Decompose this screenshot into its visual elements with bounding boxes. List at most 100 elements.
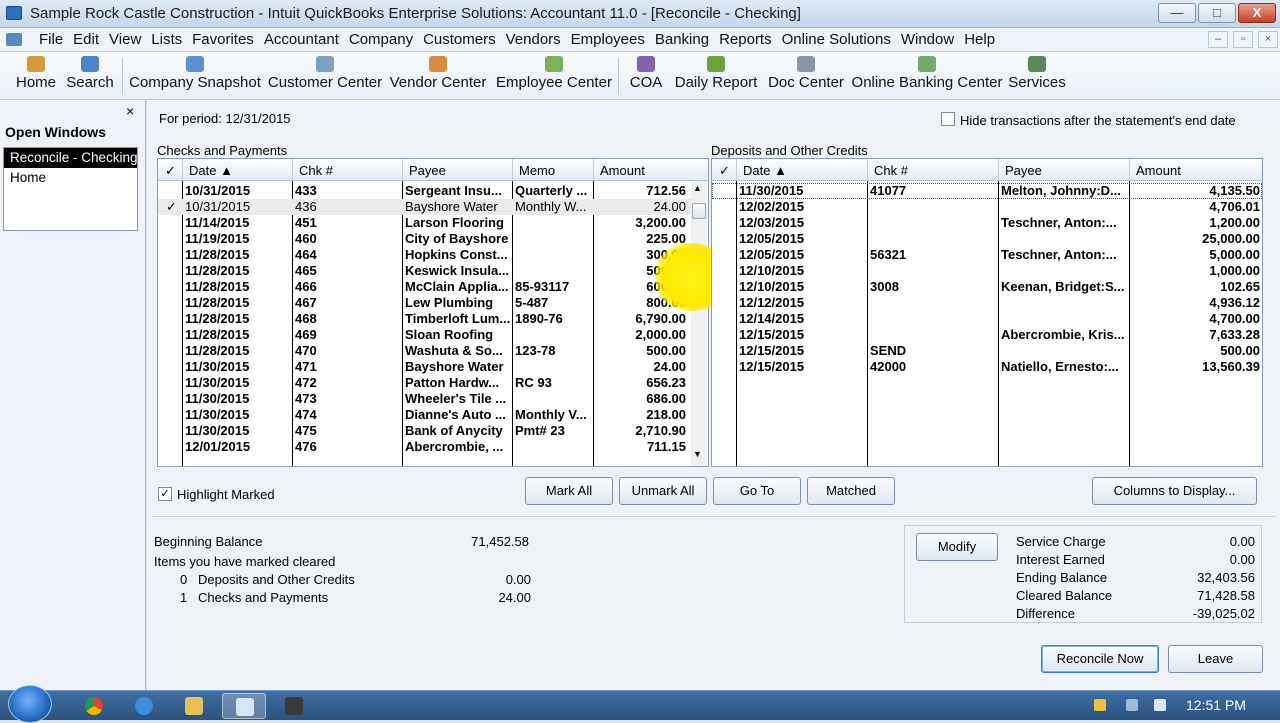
table-row[interactable]: 11/28/2015 468 Timberloft Lum... 1890-76 6,7… [158,311,691,327]
hide-transactions-checkbox[interactable] [941,112,955,126]
toolbar-home-button[interactable]: Home [6,52,66,100]
menu-accountant[interactable]: Accountant [259,31,344,48]
matched-button[interactable]: Matched [807,477,895,505]
table-row[interactable]: 11/28/2015 470 Washuta & So... 123-78 500.00 [158,343,691,359]
toolbar-services-button[interactable]: Services [1008,52,1066,100]
volume-icon[interactable] [1154,699,1166,711]
table-row[interactable]: 11/28/2015465Keswick Insula...500.00 [158,263,691,279]
mdi-close-button[interactable]: × [1258,31,1278,48]
table-row[interactable]: 10/31/2015 433 Sergeant Insu... Quarterly .… [158,183,691,199]
table-row[interactable]: 11/30/2015 472 Patton Hardw... RC 93 656.23 [158,375,691,391]
dep-date-column-header[interactable]: Date ▲ [743,163,787,178]
table-row[interactable]: 11/28/2015466McClain Applia...85-9311760… [158,279,691,295]
menu-banking[interactable]: Banking [650,31,714,48]
table-row[interactable]: 12/02/2015 4,706.01 [712,199,1262,215]
menu-customers[interactable]: Customers [418,31,501,48]
modify-button[interactable]: Modify [916,533,998,561]
table-row[interactable]: 11/30/2015 473 Wheeler's Tile ... 686.00 [158,391,691,407]
explorer-icon[interactable] [172,693,216,719]
menu-vendors[interactable]: Vendors [501,31,566,48]
mdi-minimize-button[interactable]: – [1208,31,1228,48]
quickbooks-icon[interactable] [222,693,266,719]
payee-column-header[interactable]: Payee [409,163,446,178]
toolbar-coa-button[interactable]: COA [628,52,664,100]
chk-column-header[interactable]: Chk # [299,163,333,178]
check-column-header[interactable]: ✓ [165,163,176,179]
table-row[interactable]: ✓ 10/31/2015 436 Bayshore Water Monthly W...… [158,199,691,215]
ie-icon[interactable] [122,693,166,719]
columns-to-display-button[interactable]: Columns to Display... [1092,477,1257,505]
dep-payee-column-header[interactable]: Payee [1005,163,1042,178]
dep-chk-column-header[interactable]: Chk # [874,163,908,178]
menu-employees[interactable]: Employees [566,31,650,48]
menu-favorites[interactable]: Favorites [187,31,259,48]
memo-column-header[interactable]: Memo [519,163,555,178]
toolbar-search-button[interactable]: Search [64,52,116,100]
table-row[interactable]: 12/05/2015 56321 Teschner, Anton:... 5,000.… [712,247,1262,263]
table-row[interactable]: 12/12/2015 4,936.12 [712,295,1262,311]
dep-check-column-header[interactable]: ✓ [719,163,730,179]
table-row[interactable]: 12/15/2015 SEND 500.00 [712,343,1262,359]
scroll-down-icon[interactable]: ▼ [693,449,702,459]
menu-edit[interactable]: Edit [68,31,104,48]
table-row[interactable]: 12/05/2015 25,000.00 [712,231,1262,247]
leave-button[interactable]: Leave [1168,645,1263,673]
table-row[interactable]: 12/10/2015 1,000.00 [712,263,1262,279]
scroll-up-icon[interactable]: ▲ [693,183,702,193]
clock[interactable]: 12:51 PM [1186,697,1246,713]
table-row[interactable]: 12/15/2015 42000 Natiello, Ernesto:... 13,5… [712,359,1262,375]
table-row[interactable]: 11/28/2015 469 Sloan Roofing 2,000.00 [158,327,691,343]
menu-reports[interactable]: Reports [714,31,777,48]
menu-lists[interactable]: Lists [146,31,187,48]
toolbar-online-banking-center-button[interactable]: Online Banking Center [850,52,1004,100]
table-row[interactable]: 11/30/2015 475 Bank of Anycity Pmt# 23 2,710… [158,423,691,439]
amount-column-header[interactable]: Amount [600,163,645,178]
menu-view[interactable]: View [104,31,146,48]
table-row[interactable]: 11/28/2015464Hopkins Const...300.00 [158,247,691,263]
menu-online-solutions[interactable]: Online Solutions [777,31,896,48]
tray-user-icon[interactable] [1094,699,1106,711]
toolbar-doc-center-button[interactable]: Doc Center [766,52,846,100]
table-row[interactable]: 12/03/2015 Teschner, Anton:... 1,200.00 [712,215,1262,231]
table-row[interactable]: 11/30/2015 471 Bayshore Water 24.00 [158,359,691,375]
toolbar-customer-center-button[interactable]: Customer Center [266,52,384,100]
toolbar-company-snapshot-button[interactable]: Company Snapshot [128,52,262,100]
table-row[interactable]: 12/10/2015 3008 Keenan, Bridget:S... 102.65 [712,279,1262,295]
table-row[interactable]: 11/30/2015 41077 Melton, Johnny:D... 4,135.… [712,183,1262,199]
minimize-button[interactable]: — [1158,3,1196,23]
date-column-header[interactable]: Date ▲ [189,163,233,178]
mark-all-button[interactable]: Mark All [525,477,613,505]
bookkeeper-icon[interactable] [272,693,316,719]
go-to-button[interactable]: Go To [713,477,801,505]
table-row[interactable]: 12/01/2015 476 Abercrombie, ... 711.15 [158,439,691,455]
mdi-restore-button[interactable]: ▫ [1233,31,1253,48]
toolbar-daily-report-button[interactable]: Daily Report [670,52,762,100]
menu-window[interactable]: Window [896,31,959,48]
highlight-marked-checkbox[interactable]: ✓ [158,487,172,501]
table-row[interactable]: 12/14/2015 4,700.00 [712,311,1262,327]
start-button[interactable] [8,685,52,723]
toolbar-vendor-center-button[interactable]: Vendor Center [388,52,488,100]
menu-file[interactable]: File [34,31,68,48]
table-row[interactable]: 11/28/2015467Lew Plumbing5-487800.00 [158,295,691,311]
checks-scrollbar[interactable]: ▲ ▼ [691,181,707,466]
table-row[interactable]: 11/19/2015 460 City of Bayshore 225.00 [158,231,691,247]
table-row[interactable]: 11/30/2015 474 Dianne's Auto ... Monthly V.… [158,407,691,423]
unmark-all-button[interactable]: Unmark All [619,477,707,505]
open-window-reconcile[interactable]: Reconcile - Checking [4,148,137,168]
document-icon[interactable] [6,33,22,46]
menu-help[interactable]: Help [959,31,1000,48]
dep-amount-column-header[interactable]: Amount [1136,163,1181,178]
chrome-icon[interactable] [72,693,116,719]
maximize-button[interactable]: □ [1198,3,1236,23]
menu-company[interactable]: Company [344,31,418,48]
open-window-home[interactable]: Home [4,168,137,188]
toolbar-employee-center-button[interactable]: Employee Center [494,52,614,100]
reconcile-now-button[interactable]: Reconcile Now [1041,645,1159,673]
network-icon[interactable] [1126,699,1138,711]
scroll-thumb[interactable] [692,203,706,219]
table-row[interactable]: 11/14/2015 451 Larson Flooring 3,200.00 [158,215,691,231]
close-panel-icon[interactable]: × [126,103,134,119]
close-button[interactable]: X [1238,3,1276,23]
table-row[interactable]: 12/15/2015 Abercrombie, Kris... 7,633.28 [712,327,1262,343]
